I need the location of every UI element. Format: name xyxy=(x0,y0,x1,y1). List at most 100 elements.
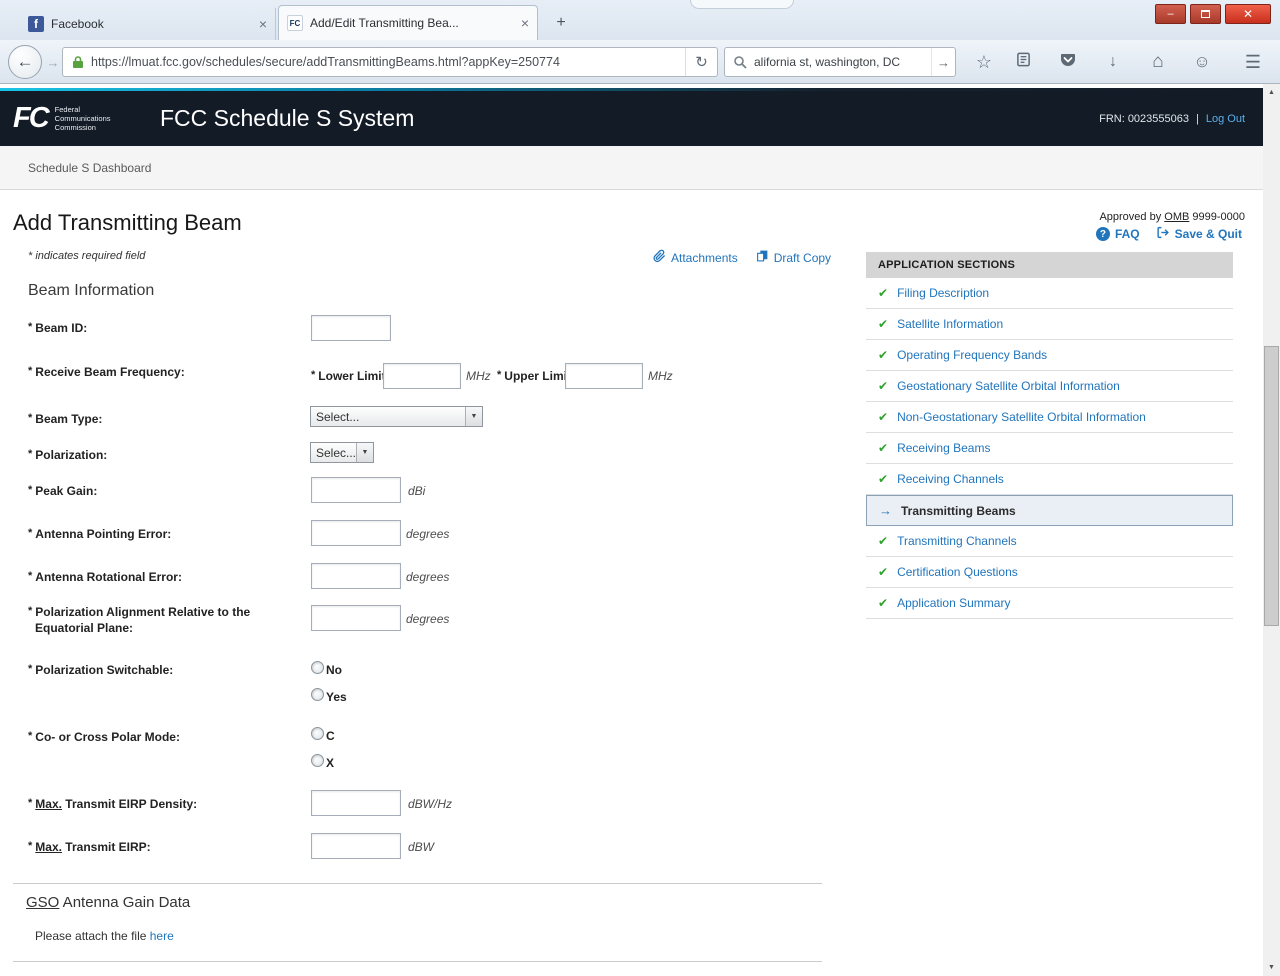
sidebar-link[interactable]: Transmitting Channels xyxy=(897,534,1017,548)
sidebar-link[interactable]: Certification Questions xyxy=(897,565,1018,579)
hello-button[interactable]: ☺ xyxy=(1189,49,1215,75)
reload-button[interactable]: ↻ xyxy=(685,48,717,76)
window-controls: – ✕ xyxy=(1155,4,1271,24)
polar-mode-x-radio[interactable] xyxy=(311,754,324,767)
sidebar-link[interactable]: Application Summary xyxy=(897,596,1010,610)
check-icon: ✔ xyxy=(878,348,888,362)
menu-button[interactable]: ☰ xyxy=(1240,49,1266,75)
antenna-rotational-error-input[interactable] xyxy=(311,563,401,589)
sidebar-item-application-summary[interactable]: ✔ Application Summary xyxy=(866,588,1233,619)
tab-close-icon[interactable]: × xyxy=(259,16,267,32)
label-text: Lower Limit: xyxy=(318,369,389,383)
sidebar-item-operating-frequency-bands[interactable]: ✔ Operating Frequency Bands xyxy=(866,340,1233,371)
paperclip-icon xyxy=(653,249,666,266)
switchable-no-radio[interactable] xyxy=(311,661,324,674)
logout-link[interactable]: Log Out xyxy=(1206,113,1245,125)
sidebar-item-transmitting-channels[interactable]: ✔ Transmitting Channels xyxy=(866,526,1233,557)
smiley-icon: ☺ xyxy=(1193,52,1210,72)
degrees-unit: degrees xyxy=(406,612,449,626)
top-action-links: ? FAQ Save & Quit xyxy=(1096,226,1242,242)
fcc-header: FC Federal Communications Commission FCC… xyxy=(0,91,1263,146)
sidebar-link[interactable]: Receiving Beams xyxy=(897,441,990,455)
sidebar-link[interactable]: Receiving Channels xyxy=(897,472,1004,486)
sidebar-item-non-geostationary-orbital-info[interactable]: ✔ Non-Geostationary Satellite Orbital In… xyxy=(866,402,1233,433)
heading-text: Antenna Gain Data xyxy=(59,894,190,911)
page-scrollbar[interactable]: ▲ ▼ xyxy=(1263,84,1280,976)
breadcrumb[interactable]: Schedule S Dashboard xyxy=(28,161,151,175)
beam-id-input[interactable] xyxy=(311,315,391,341)
peak-gain-label: *Peak Gain: xyxy=(28,484,97,500)
upper-limit-input[interactable] xyxy=(565,363,643,389)
label-text: Polarization Switchable: xyxy=(35,663,173,677)
beam-type-select[interactable]: Select... ▼ xyxy=(310,406,483,427)
application-sections-header: APPLICATION SECTIONS xyxy=(866,252,1233,278)
search-bar[interactable]: alifornia st, washington, DC → xyxy=(724,47,956,77)
section-divider xyxy=(13,961,822,962)
new-tab-button[interactable]: + xyxy=(548,11,574,34)
polarization-label: *Polarization: xyxy=(28,448,107,464)
tab-facebook[interactable]: f Facebook × xyxy=(20,8,276,40)
back-button[interactable]: ← xyxy=(8,45,42,79)
logo-line: Communications xyxy=(55,114,111,123)
sidebar-item-geostationary-orbital-info[interactable]: ✔ Geostationary Satellite Orbital Inform… xyxy=(866,371,1233,402)
approved-suffix: 9999-0000 xyxy=(1189,211,1245,223)
sidebar-link[interactable]: Satellite Information xyxy=(897,317,1003,331)
sidebar-item-filing-description[interactable]: ✔ Filing Description xyxy=(866,278,1233,309)
tab-add-edit-transmitting-beams[interactable]: FC Add/Edit Transmitting Bea... × xyxy=(278,5,538,40)
search-go-button[interactable]: → xyxy=(931,48,955,76)
label-text: Beam Type: xyxy=(35,412,102,426)
label-text: Polarization Alignment Relative to the E… xyxy=(35,605,250,635)
scroll-up-button[interactable]: ▲ xyxy=(1263,84,1280,101)
polarization-switchable-label: *Polarization Switchable: xyxy=(28,663,173,679)
attach-prefix: Please attach the file xyxy=(35,929,150,943)
peak-gain-input[interactable] xyxy=(311,477,401,503)
attach-here-link[interactable]: here xyxy=(150,929,174,943)
label-text: Transmit EIRP: xyxy=(62,840,151,854)
sidebar-item-transmitting-beams-current[interactable]: → Transmitting Beams xyxy=(866,495,1233,526)
background-window-edge xyxy=(690,0,794,9)
tab-close-icon[interactable]: × xyxy=(521,15,529,31)
lower-limit-input[interactable] xyxy=(383,363,461,389)
maximize-button[interactable] xyxy=(1190,4,1221,24)
minimize-button[interactable]: – xyxy=(1155,4,1186,24)
sidebar-link[interactable]: Operating Frequency Bands xyxy=(897,348,1047,362)
close-button[interactable]: ✕ xyxy=(1225,4,1271,24)
sidebar-item-certification-questions[interactable]: ✔ Certification Questions xyxy=(866,557,1233,588)
attachments-link[interactable]: Attachments xyxy=(653,249,738,266)
section-divider xyxy=(13,883,822,884)
sidebar-item-receiving-channels[interactable]: ✔ Receiving Channels xyxy=(866,464,1233,495)
chevron-down-icon: ▼ xyxy=(465,407,482,426)
max-abbr: Max. xyxy=(35,797,62,811)
polarization-alignment-input[interactable] xyxy=(311,605,401,631)
pocket-button[interactable] xyxy=(1055,49,1081,75)
bookmarks-list-button[interactable] xyxy=(1010,49,1036,75)
required-field-note: * indicates required field xyxy=(28,250,145,262)
address-bar[interactable]: https://lmuat.fcc.gov/schedules/secure/a… xyxy=(62,47,718,77)
forward-button[interactable]: → xyxy=(44,53,62,71)
polarization-select[interactable]: Selec... ▼ xyxy=(310,442,374,463)
sidebar-link[interactable]: Geostationary Satellite Orbital Informat… xyxy=(897,379,1120,393)
sidebar-link[interactable]: Filing Description xyxy=(897,286,989,300)
polar-mode-c-radio[interactable] xyxy=(311,727,324,740)
save-quit-link[interactable]: Save & Quit xyxy=(1156,226,1242,242)
required-marker: * xyxy=(28,321,32,333)
sidebar-link[interactable]: Transmitting Beams xyxy=(901,504,1016,518)
dbw-unit: dBW xyxy=(408,840,434,854)
scroll-down-button[interactable]: ▼ xyxy=(1263,959,1280,976)
downloads-button[interactable]: ↓ xyxy=(1100,49,1126,75)
home-button[interactable]: ⌂ xyxy=(1145,49,1171,75)
max-transmit-eirp-input[interactable] xyxy=(311,833,401,859)
draft-copy-link[interactable]: Draft Copy xyxy=(756,249,831,266)
faq-link[interactable]: ? FAQ xyxy=(1096,227,1140,241)
degrees-unit: degrees xyxy=(406,570,449,584)
max-transmit-eirp-density-input[interactable] xyxy=(311,790,401,816)
scrollbar-thumb[interactable] xyxy=(1264,346,1279,626)
required-marker: * xyxy=(497,369,501,381)
antenna-pointing-error-input[interactable] xyxy=(311,520,401,546)
sidebar-item-satellite-information[interactable]: ✔ Satellite Information xyxy=(866,309,1233,340)
sidebar-item-receiving-beams[interactable]: ✔ Receiving Beams xyxy=(866,433,1233,464)
bookmark-star-button[interactable]: ☆ xyxy=(971,49,997,75)
sidebar-link[interactable]: Non-Geostationary Satellite Orbital Info… xyxy=(897,410,1146,424)
required-marker: * xyxy=(28,527,32,539)
switchable-yes-radio[interactable] xyxy=(311,688,324,701)
